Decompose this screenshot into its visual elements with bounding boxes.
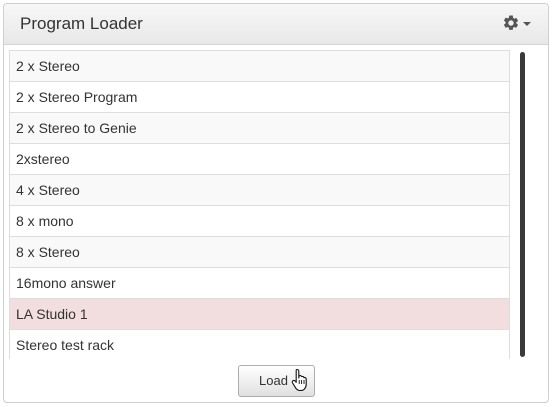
- program-list-item[interactable]: 4 x Stereo: [10, 175, 509, 206]
- program-loader-panel: Program Loader 2 x Stereo 2 x Stereo Prog…: [3, 3, 549, 403]
- program-list-item[interactable]: 16mono answer: [10, 268, 509, 299]
- caret-down-icon: [523, 22, 531, 26]
- program-list-item[interactable]: 8 x Stereo: [10, 237, 509, 268]
- program-list-item[interactable]: 2 x Stereo to Genie: [10, 113, 509, 144]
- program-list-item[interactable]: Stereo test rack: [10, 330, 509, 359]
- program-list: 2 x Stereo 2 x Stereo Program 2 x Stereo t…: [9, 50, 510, 359]
- scrollbar[interactable]: [516, 50, 530, 359]
- program-list-item[interactable]: 2xstereo: [10, 144, 509, 175]
- program-list-container[interactable]: 2 x Stereo 2 x Stereo Program 2 x Stereo t…: [9, 50, 530, 359]
- settings-dropdown-button[interactable]: [502, 13, 534, 35]
- panel-header: Program Loader: [4, 4, 548, 45]
- hand-cursor-icon: [291, 368, 307, 392]
- gear-icon: [503, 15, 519, 30]
- program-list-item[interactable]: LA Studio 1: [10, 299, 509, 330]
- program-list-item[interactable]: 2 x Stereo Program: [10, 82, 509, 113]
- scrollbar-thumb[interactable]: [520, 52, 525, 357]
- panel-title: Program Loader: [20, 14, 143, 33]
- program-list-item[interactable]: 2 x Stereo: [10, 51, 509, 82]
- program-list-item[interactable]: 8 x mono: [10, 206, 509, 237]
